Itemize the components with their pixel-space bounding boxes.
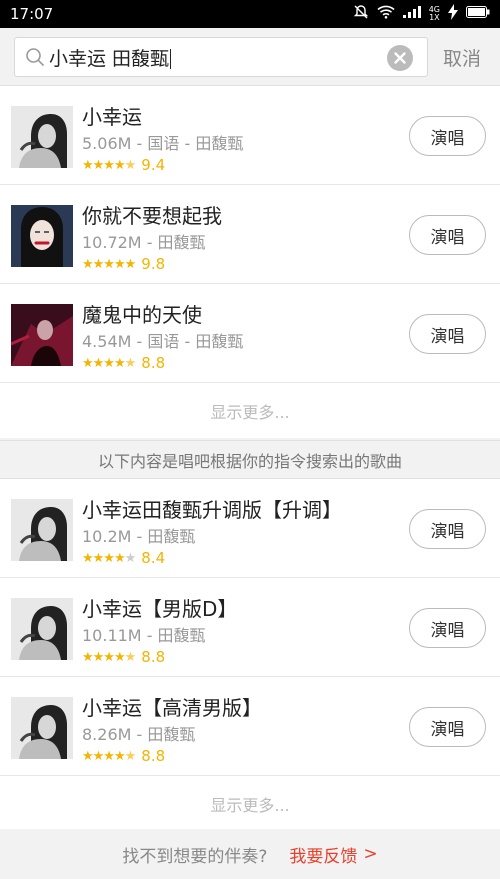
status-icons: 4G 1X [353, 4, 490, 24]
results-list: 小幸运 5.06M - 国语 - 田馥甄 ★★★★★ 9.4 演唱 你就不要想起… [0, 86, 500, 438]
song-rating: ★★★★★ 8.8 [82, 747, 165, 765]
song-rating: ★★★★★ 8.8 [82, 354, 165, 372]
song-title: 小幸运 [82, 105, 142, 129]
song-score: 9.4 [141, 156, 166, 174]
cancel-button[interactable]: 取消 [443, 44, 481, 71]
battery-icon [466, 6, 490, 22]
sing-button[interactable]: 演唱 [409, 608, 486, 648]
network-type: 4G 1X [428, 5, 440, 22]
song-score: 8.8 [141, 354, 166, 372]
song-score: 9.8 [141, 255, 166, 273]
song-row[interactable]: 小幸运 5.06M - 国语 - 田馥甄 ★★★★★ 9.4 演唱 [0, 86, 500, 185]
search-query: 小幸运 田馥甄 [49, 47, 172, 70]
song-meta: 10.11M - 田馥甄 [82, 626, 206, 645]
song-score: 8.4 [141, 549, 166, 567]
wifi-icon [377, 5, 395, 23]
song-title: 小幸运【高清男版】 [82, 696, 262, 720]
song-title: 小幸运田馥甄升调版【升调】 [82, 498, 342, 522]
star-rating-icon: ★★★★★ [82, 355, 136, 371]
sing-button[interactable]: 演唱 [409, 707, 486, 747]
sing-button[interactable]: 演唱 [409, 509, 486, 549]
status-bar: 17:07 4G 1X [0, 0, 500, 28]
clear-search-button[interactable] [387, 45, 413, 71]
song-title: 魔鬼中的天使 [82, 303, 202, 327]
album-cover [11, 106, 73, 168]
star-rating-icon: ★★★★★ [82, 157, 136, 173]
search-icon [23, 45, 47, 69]
chevron-right-icon: > [363, 844, 378, 864]
sing-button[interactable]: 演唱 [409, 215, 486, 255]
signal-icon [402, 6, 421, 22]
search-bar: 小幸运 田馥甄 取消 [0, 28, 500, 86]
star-rating-icon: ★★★★★ [82, 256, 136, 272]
song-title: 你就不要想起我 [82, 204, 222, 228]
section-note: 以下内容是唱吧根据你的指令搜索出的歌曲 [0, 440, 500, 479]
song-row[interactable]: 你就不要想起我 10.72M - 田馥甄 ★★★★★ 9.8 演唱 [0, 185, 500, 284]
song-title: 小幸运【男版D】 [82, 597, 238, 621]
text-cursor [170, 49, 172, 69]
song-score: 8.8 [141, 747, 166, 765]
charging-icon [448, 4, 458, 24]
song-score: 8.8 [141, 648, 166, 666]
feedback-link[interactable]: 我要反馈 [289, 842, 357, 867]
album-cover [11, 205, 73, 267]
song-meta: 10.72M - 田馥甄 [82, 233, 206, 252]
song-meta: 5.06M - 国语 - 田馥甄 [82, 134, 244, 153]
song-row[interactable]: 魔鬼中的天使 4.54M - 国语 - 田馥甄 ★★★★★ 8.8 演唱 [0, 284, 500, 383]
album-cover [11, 304, 73, 366]
mute-icon [353, 4, 369, 24]
album-cover [11, 598, 73, 660]
album-cover [11, 697, 73, 759]
footer-question: 找不到想要的伴奏? [122, 846, 268, 867]
song-row[interactable]: 小幸运【男版D】 10.11M - 田馥甄 ★★★★★ 8.8 演唱 [0, 578, 500, 677]
show-more-button[interactable]: 显示更多... [0, 383, 500, 438]
song-row[interactable]: 小幸运田馥甄升调版【升调】 10.2M - 田馥甄 ★★★★★ 8.4 演唱 [0, 479, 500, 578]
album-cover [11, 499, 73, 561]
feedback-footer: 找不到想要的伴奏? 我要反馈 > [0, 829, 500, 879]
song-rating: ★★★★★ 9.8 [82, 255, 165, 273]
star-rating-icon: ★★★★★ [82, 550, 136, 566]
song-rating: ★★★★★ 9.4 [82, 156, 165, 174]
star-rating-icon: ★★★★★ [82, 649, 136, 665]
song-row[interactable]: 小幸运【高清男版】 8.26M - 田馥甄 ★★★★★ 8.8 演唱 [0, 677, 500, 776]
close-icon [394, 52, 406, 64]
show-more-button[interactable]: 显示更多... [0, 776, 500, 831]
song-rating: ★★★★★ 8.8 [82, 648, 165, 666]
sing-button[interactable]: 演唱 [409, 116, 486, 156]
song-meta: 8.26M - 田馥甄 [82, 725, 196, 744]
sing-button[interactable]: 演唱 [409, 314, 486, 354]
song-rating: ★★★★★ 8.4 [82, 549, 165, 567]
star-rating-icon: ★★★★★ [82, 748, 136, 764]
search-input[interactable]: 小幸运 田馥甄 [14, 37, 428, 77]
status-time: 17:07 [10, 5, 54, 23]
suggestions-list: 小幸运田馥甄升调版【升调】 10.2M - 田馥甄 ★★★★★ 8.4 演唱 小… [0, 479, 500, 831]
song-meta: 10.2M - 田馥甄 [82, 527, 196, 546]
song-meta: 4.54M - 国语 - 田馥甄 [82, 332, 244, 351]
